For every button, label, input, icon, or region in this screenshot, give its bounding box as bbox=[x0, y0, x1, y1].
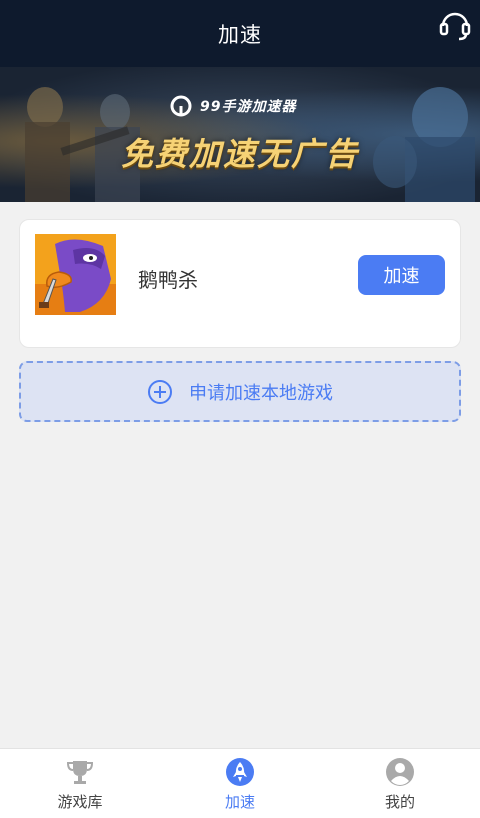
game-name: 鹅鸭杀 bbox=[138, 268, 198, 292]
page-title: 加速 bbox=[218, 22, 262, 47]
header-bar: 加速 bbox=[0, 0, 480, 67]
tab-mine[interactable]: 我的 bbox=[320, 749, 480, 818]
apply-local-game-label: 申请加速本地游戏 bbox=[189, 382, 333, 404]
tab-accelerate[interactable]: 加速 bbox=[160, 749, 320, 818]
tab-label: 加速 bbox=[224, 793, 255, 811]
banner-logo: 99手游加速器 bbox=[170, 95, 296, 117]
logo-icon bbox=[170, 95, 192, 117]
trophy-icon bbox=[66, 761, 94, 784]
banner-logo-text: 99手游加速器 bbox=[200, 99, 297, 115]
tab-label: 我的 bbox=[384, 793, 415, 811]
banner-slogan: 免费加速无广告 bbox=[120, 135, 359, 173]
tab-label: 游戏库 bbox=[57, 793, 103, 811]
goose-game-icon[interactable] bbox=[35, 234, 116, 315]
apply-local-game-button[interactable]: 申请加速本地游戏 bbox=[19, 361, 461, 422]
user-icon bbox=[386, 758, 414, 786]
headset-icon[interactable] bbox=[438, 8, 472, 42]
plus-circle-icon bbox=[148, 379, 172, 404]
accelerate-button[interactable]: 加速 bbox=[358, 255, 445, 295]
tab-game-library[interactable]: 游戏库 bbox=[0, 749, 160, 818]
game-card[interactable]: 鹅鸭杀 加速 bbox=[19, 219, 461, 348]
promo-banner[interactable]: 99手游加速器 免费加速无广告 bbox=[0, 67, 480, 202]
rocket-icon bbox=[226, 758, 254, 786]
bottom-tab-bar: 游戏库 加速 我的 bbox=[0, 748, 480, 818]
